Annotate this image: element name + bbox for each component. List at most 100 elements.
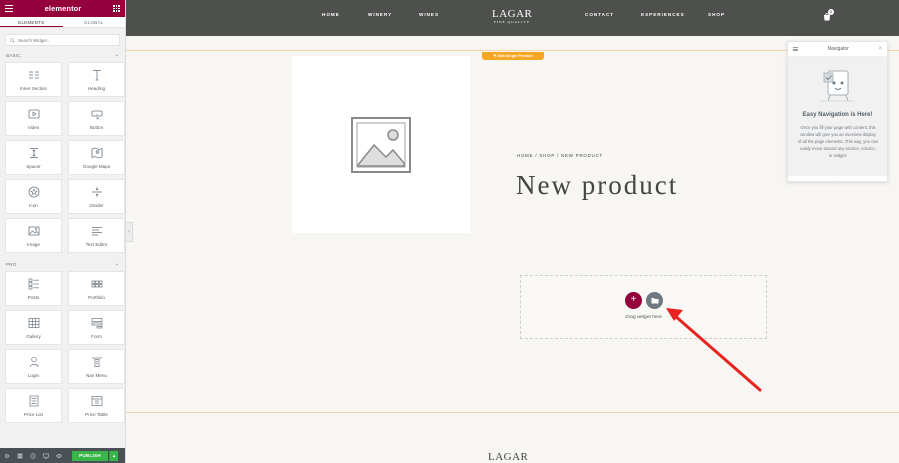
nav-contact[interactable]: CONTACT [585,12,614,17]
nav-wines[interactable]: WINES [419,12,439,17]
folder-icon [651,298,658,304]
category-header-pro[interactable]: PRO ⌄ [0,259,125,269]
section-top-border [126,50,899,51]
nav-experiences[interactable]: EXPERIENCES [641,12,685,17]
chevron-down-icon: ⌄ [114,261,119,267]
product-title[interactable]: New product [516,170,678,201]
widget-label: Price Table [85,411,108,417]
widget-spacer[interactable]: Spacer [5,140,62,175]
nav-winery[interactable]: WINERY [368,12,392,17]
widget-label: Gallery [26,333,41,339]
widget-label: Icon [29,202,38,208]
site-header: HOME WINERY WINES LAGAR FINE QUALITY CON… [126,0,899,36]
breadcrumb: HOME / SHOP / NEW PRODUCT [517,153,604,158]
widgets-grid-icon[interactable] [113,5,120,12]
navigator-description: Once you fill your page with content, th… [798,125,878,158]
widget-nav-menu[interactable]: Nav Menu [68,349,125,384]
widget-label: Image [27,241,40,247]
widget-portfolio[interactable]: Portfolio [68,271,125,306]
widget-form[interactable]: Form [68,310,125,345]
close-icon[interactable]: × [878,46,882,52]
menu-icon[interactable] [5,5,13,12]
logo-tagline: FINE QUALITY [493,20,531,24]
button-icon [91,108,103,120]
widget-label: Video [27,124,40,130]
logo-text: LAGAR [492,8,533,20]
responsive-icon[interactable] [43,453,49,459]
category-header-basic[interactable]: BASIC ⌄ [0,50,125,60]
widget-label: Google Maps [82,163,111,169]
price-list-icon [28,395,40,407]
tab-global[interactable]: GLOBAL [63,17,126,27]
navigator-title: Navigator [827,46,849,52]
annotation-arrow [666,308,762,392]
navigator-illustration [820,70,854,102]
inner-section-icon [28,69,40,81]
product-image-placeholder[interactable] [292,56,470,233]
site-logo[interactable]: LAGAR FINE QUALITY [492,8,533,25]
navigator-panel: Navigator × Easy Navigation is Here! Onc… [787,41,888,182]
brand-logo: elementor [44,4,82,13]
widget-price-table[interactable]: Price Table [68,388,125,423]
widget-divider[interactable]: Divider [68,179,125,214]
panel-tabs: ELEMENTS GLOBAL [0,17,125,28]
search-input[interactable] [18,37,108,43]
widget-label: Text Editor [85,241,108,247]
category-title: BASIC [6,52,21,58]
edit-template-tab[interactable]: ✎ Edit Single Product [482,52,544,60]
widget-heading[interactable]: Heading [68,62,125,97]
widget-label: Login [27,372,40,378]
navigator-heading: Easy Navigation is Here! [802,112,873,118]
widget-inner-section[interactable]: Inner Section [5,62,62,97]
footer-logo[interactable]: LAGAR [488,451,528,463]
panel-footer: PUBLISH ▲ [0,448,125,463]
navigator-header[interactable]: Navigator × [788,42,887,57]
collapse-panel-button[interactable]: ‹ [126,222,133,242]
widget-button[interactable]: Button [68,101,125,136]
preview-icon[interactable] [56,453,62,459]
search-icon [10,37,15,43]
widget-text-editor[interactable]: Text Editor [68,218,125,253]
publish-button[interactable]: PUBLISH [72,450,108,461]
drag-handle-icon[interactable] [793,46,798,52]
widget-price-list[interactable]: Price List [5,388,62,423]
widget-label: Posts [27,294,40,300]
add-section-button[interactable]: + [625,292,642,309]
widget-video[interactable]: Video [5,101,62,136]
widget-google-maps[interactable]: Google Maps [68,140,125,175]
widget-label: Spacer [26,163,41,169]
widget-icon[interactable]: Icon [5,179,62,214]
search-box[interactable] [5,34,120,46]
nav-home[interactable]: HOME [322,12,340,17]
widget-login[interactable]: Login [5,349,62,384]
widget-posts[interactable]: Posts [5,271,62,306]
category-title: PRO [6,261,17,267]
form-icon [91,317,103,329]
image-placeholder-icon [351,116,411,173]
widget-label: Inner Section [19,85,48,91]
widget-label: Nav Menu [86,372,107,378]
publish-options-icon[interactable]: ▲ [109,450,118,461]
posts-icon [28,278,40,290]
widget-grid-pro: Posts Portfolio Gallery Form Login Nav M… [0,269,125,423]
widget-gallery[interactable]: Gallery [5,310,62,345]
widget-grid-basic: Inner Section Heading Video Button Space… [0,60,125,253]
portfolio-icon [91,278,103,290]
settings-icon[interactable] [4,453,10,459]
edit-tab-label: Edit Single Product [497,54,533,58]
widget-image[interactable]: Image [5,218,62,253]
price-table-icon [91,395,103,407]
spacer-icon [28,147,40,159]
gallery-icon [28,317,40,329]
heading-icon [91,69,103,81]
nav-shop[interactable]: SHOP [708,12,725,17]
star-icon [28,186,40,198]
navigator-icon[interactable] [17,453,23,459]
tab-elements[interactable]: ELEMENTS [0,17,63,27]
text-editor-icon [91,225,103,237]
history-icon[interactable] [30,452,36,459]
resize-handle[interactable]: ⋯ [788,176,887,181]
divider-icon [91,186,103,198]
widget-label: Price List [24,411,43,417]
cart-count-badge: 0 [828,9,834,15]
